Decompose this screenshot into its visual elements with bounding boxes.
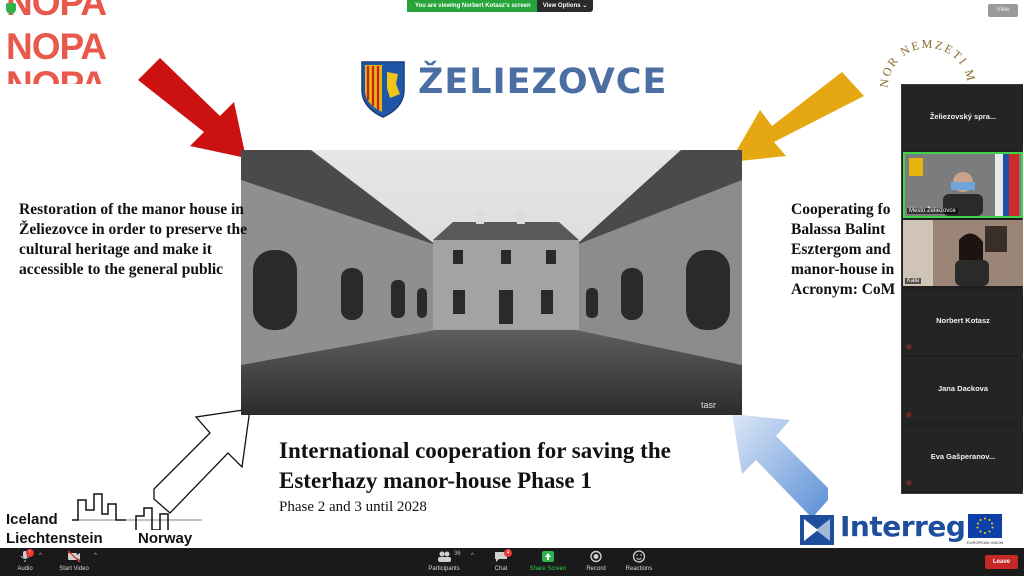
- reactions-button[interactable]: Reactions: [622, 550, 656, 572]
- participants-caret-icon[interactable]: ^: [471, 553, 474, 559]
- eu-flag-icon: [968, 514, 1002, 538]
- muted-mic-icon: ⊘: [906, 412, 912, 419]
- participant-tile[interactable]: Želiezovský spra...: [903, 85, 1023, 151]
- right-description-line: Cooperating fo: [791, 201, 891, 218]
- liechtenstein-label: Liechtenstein: [6, 530, 103, 547]
- norway-label: Norway: [138, 530, 193, 547]
- chat-label: Chat: [494, 566, 508, 572]
- view-button[interactable]: View: [988, 4, 1018, 17]
- share-screen-button[interactable]: Share Screen: [528, 550, 568, 572]
- audio-label: Audio: [17, 566, 33, 572]
- chat-badge: 4: [504, 549, 512, 557]
- blue-arrow-icon: [732, 414, 828, 518]
- audio-button[interactable]: Audio: [12, 550, 38, 572]
- share-screen-label: Share Screen: [529, 566, 567, 572]
- video-label: Start Video: [59, 566, 89, 572]
- right-description-line: Acronym: CoM: [791, 281, 896, 298]
- share-screen-icon: [542, 551, 554, 562]
- nopa-logo-line: NOPA: [6, 64, 107, 105]
- slide-title: International cooperation for saving the…: [279, 438, 671, 493]
- interreg-label: Interreg: [840, 510, 966, 543]
- participant-name: Kate: [905, 278, 922, 284]
- record-icon: [590, 550, 602, 563]
- muted-mic-icon: ⊘: [906, 480, 912, 487]
- slide-subtitle: Phase 2 and 3 until 2028: [279, 499, 427, 515]
- audio-caret-icon[interactable]: ^: [39, 553, 42, 559]
- eea-grants-skyline-icon: [72, 493, 202, 530]
- right-description: Cooperating fo Balassa Balint Esztergom …: [791, 200, 911, 300]
- reactions-icon: [632, 550, 646, 563]
- reactions-label: Reactions: [625, 566, 653, 572]
- nopa-logo-line: NOPA: [6, 0, 107, 23]
- participant-video: [903, 220, 1023, 286]
- participant-name: Jana Dackova: [937, 384, 989, 393]
- video-caret-icon[interactable]: ^: [94, 553, 97, 559]
- circular-text-logo: NOR NEMZETI MU: [876, 22, 976, 88]
- participants-count: 36: [454, 551, 461, 557]
- svg-text:NOR NEMZETI MU: NOR NEMZETI MU: [876, 22, 976, 88]
- shared-screen: You are viewing Norbert Kotasz's screen …: [0, 0, 1024, 548]
- red-arrow-icon: [138, 58, 246, 158]
- participant-name: Mesto Želiezovce: [907, 208, 958, 214]
- circle-logo-text: NOR NEMZETI MU: [876, 22, 976, 88]
- manor-house-photo: tasr: [241, 150, 742, 415]
- nopa-logo-line: NOPA: [6, 26, 107, 67]
- participant-tile[interactable]: Jana Dackova ⊘: [903, 357, 1023, 423]
- view-options-button[interactable]: View Options ⌄: [536, 0, 594, 12]
- right-description-line: manor-house in: [791, 261, 895, 278]
- photo-watermark: tasr: [701, 400, 716, 410]
- right-description-line: Balassa Balint: [791, 221, 886, 238]
- participant-tile[interactable]: Eva Gašperanov... ⊘: [903, 425, 1023, 491]
- yellow-arrow-icon: [730, 72, 864, 162]
- share-banner-message: You are viewing Norbert Kotasz's screen: [407, 0, 537, 12]
- town-name: ŽELIEZOVCE: [418, 62, 668, 102]
- participant-tile[interactable]: Norbert Kotasz ⊘: [903, 289, 1023, 355]
- leave-button[interactable]: Leave: [985, 555, 1018, 569]
- participants-icon: [438, 551, 451, 562]
- interreg-logo-icon: [800, 515, 834, 545]
- participant-video-tile[interactable]: Mesto Želiezovce: [903, 152, 1023, 218]
- participant-gallery: Želiezovský spra... Mesto Želiezovce Kat…: [901, 84, 1023, 494]
- participants-label: Participants: [428, 566, 460, 572]
- start-video-button[interactable]: Start Video: [56, 550, 92, 572]
- participant-name: Norbert Kotasz: [936, 316, 990, 325]
- coat-of-arms-icon: [361, 61, 405, 118]
- record-label: Record: [586, 566, 606, 572]
- meeting-toolbar: Audio ! ^ Start Video ^ Participants 36 …: [0, 548, 1024, 576]
- share-banner: You are viewing Norbert Kotasz's screen …: [407, 0, 594, 12]
- muted-mic-icon: ⊘: [906, 344, 912, 351]
- participant-name: Eva Gašperanov...: [930, 452, 996, 461]
- iceland-label: Iceland: [6, 511, 58, 528]
- participant-video-tile[interactable]: Kate: [903, 220, 1023, 286]
- audio-alert-badge: !: [26, 549, 34, 557]
- video-off-icon: [67, 550, 81, 563]
- participant-name: Želiezovský spra...: [929, 112, 997, 121]
- participant-video: [905, 154, 1021, 216]
- right-description-line: Esztergom and: [791, 241, 891, 258]
- record-button[interactable]: Record: [582, 550, 610, 572]
- left-description: Restoration of the manor house in Želiez…: [19, 201, 247, 278]
- shield-icon: [6, 3, 16, 14]
- eu-label: EUROPEAN UNION: [967, 540, 1004, 545]
